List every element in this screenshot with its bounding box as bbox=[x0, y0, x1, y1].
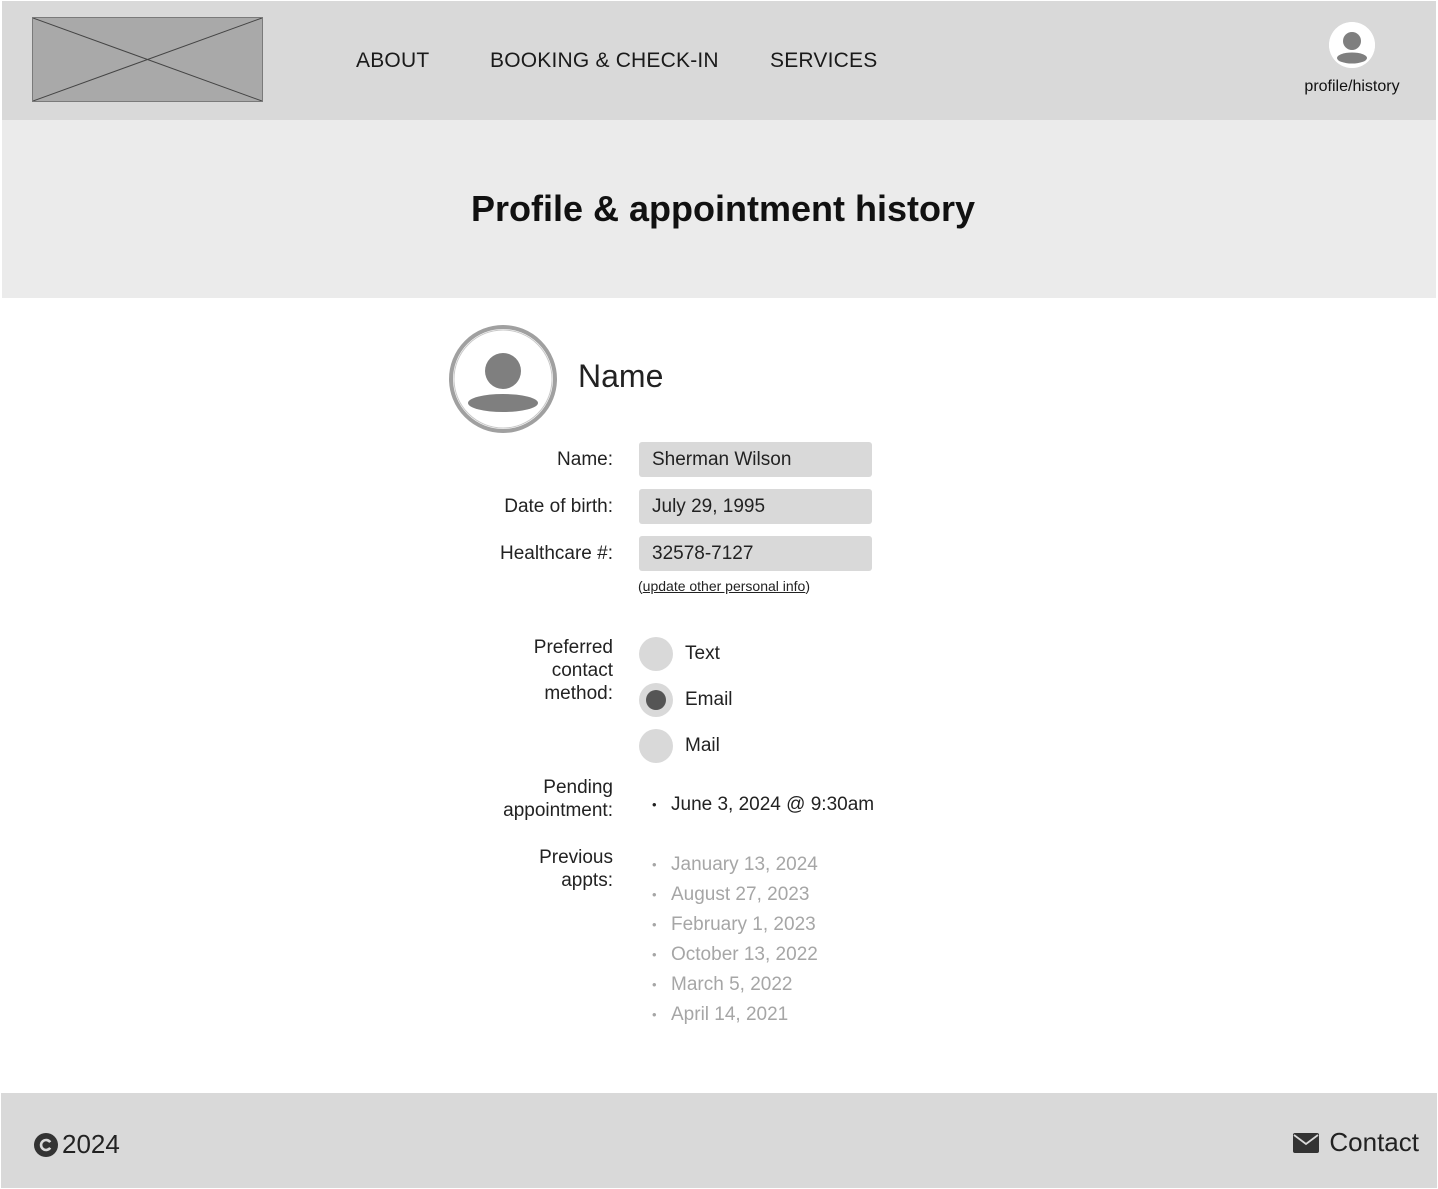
radio-mail-button[interactable] bbox=[639, 729, 673, 763]
previous-appts-label: Previous appts: bbox=[539, 846, 613, 892]
previous-appointment-item[interactable]: August 27, 2023 bbox=[652, 880, 818, 910]
name-field[interactable]: Sherman Wilson bbox=[639, 442, 872, 477]
healthcare-label: Healthcare #: bbox=[499, 543, 613, 564]
radio-email-button[interactable] bbox=[639, 683, 673, 717]
nav-booking-check-in[interactable]: BOOKING & CHECK-IN bbox=[490, 49, 719, 73]
copyright-year: 2024 bbox=[62, 1129, 120, 1159]
pending-appointment-item[interactable]: June 3, 2024 @ 9:30am bbox=[652, 790, 874, 820]
image-placeholder-icon bbox=[33, 18, 262, 101]
pending-label-line1: Pending bbox=[543, 777, 613, 798]
update-link-close-paren: ) bbox=[805, 578, 811, 594]
profile-history-link[interactable]: profile/history bbox=[1292, 22, 1412, 96]
contact-method-label: Preferred contact method: bbox=[534, 636, 613, 705]
contact-link[interactable]: Contact bbox=[1293, 1127, 1419, 1158]
previous-label-line2: appts: bbox=[561, 870, 613, 891]
name-label: Name: bbox=[557, 449, 613, 470]
logo-placeholder[interactable] bbox=[32, 17, 263, 102]
envelope-icon bbox=[1293, 1132, 1320, 1153]
pending-label-line2: appointment: bbox=[503, 800, 613, 821]
radio-mail[interactable]: Mail bbox=[639, 729, 720, 763]
previous-label-line1: Previous bbox=[539, 847, 613, 868]
update-personal-info-link[interactable]: (update other personal info) bbox=[638, 578, 810, 594]
pending-appointment-label: Pending appointment: bbox=[503, 776, 613, 822]
contact-method-label-line1: Preferred bbox=[533, 637, 613, 658]
page-title: Profile & appointment history bbox=[470, 188, 976, 229]
contact-label[interactable]: Contact bbox=[1329, 1127, 1419, 1158]
profile-history-label: profile/history bbox=[1304, 78, 1400, 95]
contact-method-label-line3: method: bbox=[544, 683, 613, 704]
previous-appointments-list: January 13, 2024 August 27, 2023 Februar… bbox=[652, 850, 818, 1030]
previous-appointment-item[interactable]: January 13, 2024 bbox=[652, 850, 818, 880]
previous-appointment-item[interactable]: April 14, 2021 bbox=[652, 1000, 818, 1030]
dob-field[interactable]: July 29, 1995 bbox=[639, 489, 872, 524]
nav-about[interactable]: ABOUT bbox=[356, 49, 429, 73]
previous-appointment-item[interactable]: March 5, 2022 bbox=[652, 970, 818, 1000]
nav-services[interactable]: SERVICES bbox=[770, 49, 877, 73]
user-avatar-icon bbox=[1329, 22, 1375, 68]
pending-appointment-list: June 3, 2024 @ 9:30am bbox=[652, 790, 874, 820]
page-banner: Profile & appointment history bbox=[2, 120, 1436, 298]
radio-text[interactable]: Text bbox=[639, 637, 720, 671]
profile-name-heading: Name bbox=[578, 358, 664, 394]
copyright-notice: 2024 bbox=[34, 1129, 120, 1160]
update-link-text[interactable]: update other personal info bbox=[643, 578, 806, 594]
radio-text-label: Text bbox=[685, 643, 720, 664]
previous-appointment-item[interactable]: February 1, 2023 bbox=[652, 910, 818, 940]
copyright-icon bbox=[34, 1132, 58, 1157]
previous-appointment-item[interactable]: October 13, 2022 bbox=[652, 940, 818, 970]
healthcare-field[interactable]: 32578-7127 bbox=[639, 536, 872, 571]
profile-avatar-icon bbox=[449, 325, 557, 433]
site-header: ABOUT BOOKING & CHECK-IN SERVICES profil… bbox=[2, 1, 1436, 120]
radio-email-label: Email bbox=[685, 689, 733, 710]
contact-method-label-line2: contact bbox=[551, 660, 613, 681]
site-footer: 2024 Contact bbox=[1, 1093, 1437, 1188]
radio-text-button[interactable] bbox=[639, 637, 673, 671]
radio-mail-label: Mail bbox=[685, 735, 720, 756]
dob-label: Date of birth: bbox=[504, 496, 613, 517]
radio-email[interactable]: Email bbox=[639, 683, 733, 717]
